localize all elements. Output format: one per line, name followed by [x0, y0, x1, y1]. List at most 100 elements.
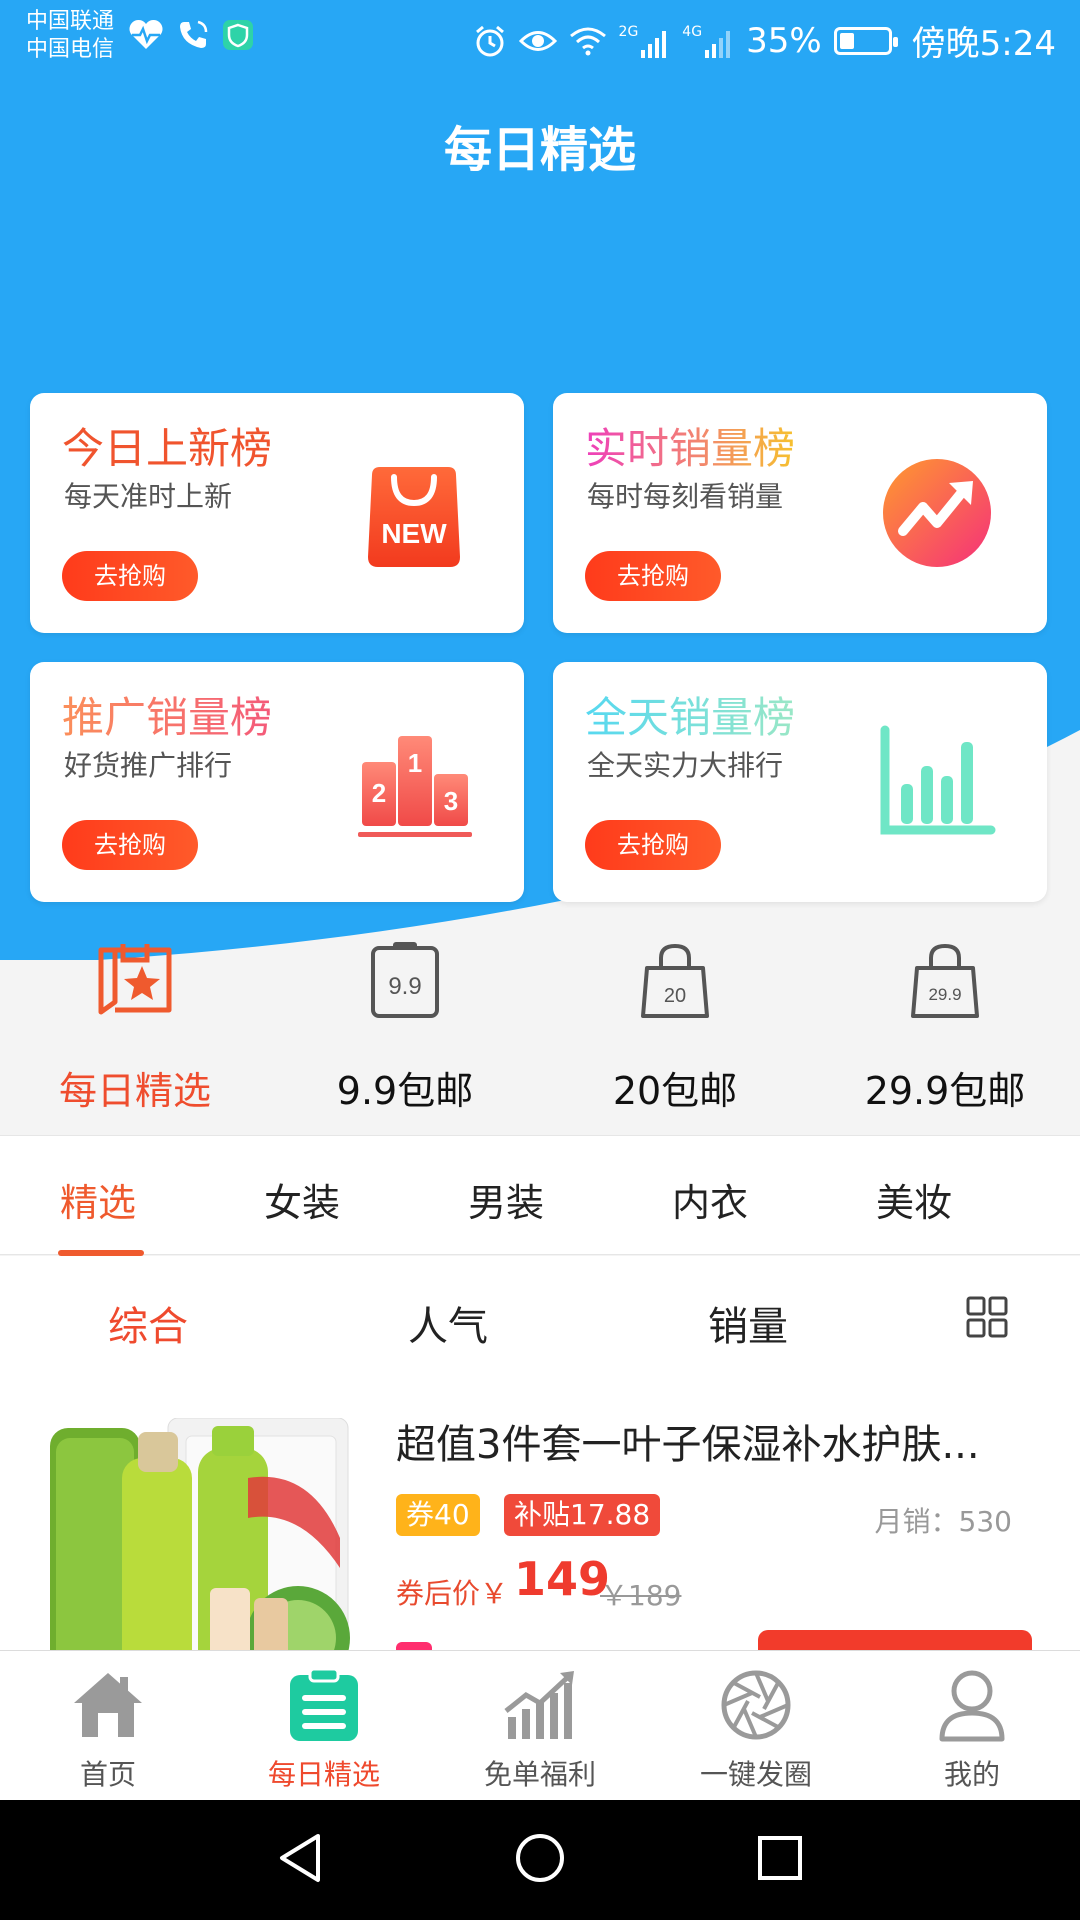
home-circle-icon[interactable]: [512, 1830, 568, 1886]
signal-1: 2G: [619, 24, 671, 58]
nav-home[interactable]: 首页: [0, 1651, 216, 1801]
price-label: 券后价￥: [396, 1577, 509, 1610]
nav-label: 每日精选: [267, 1758, 380, 1791]
signal-bars-icon: [705, 30, 731, 58]
carrier-1: 中国联通: [26, 9, 115, 34]
system-navigation-bar: [0, 1800, 1080, 1920]
user-icon: [939, 1670, 1005, 1742]
network-type-1: 2G: [618, 23, 639, 40]
star-bookmark-icon: [98, 944, 172, 1015]
card-title: 今日上新榜: [62, 424, 273, 473]
nav-profile[interactable]: 我的: [864, 1651, 1080, 1801]
nav-label: 免单福利: [483, 1758, 596, 1791]
product-image: [50, 1418, 350, 1650]
category-badge: 9.9: [388, 973, 421, 1000]
tab-selected[interactable]: 精选: [60, 1172, 136, 1227]
sort-sales[interactable]: 销量: [708, 1294, 788, 1352]
card-title: 全天销量榜: [585, 684, 795, 745]
recents-icon[interactable]: [752, 1830, 808, 1886]
category-label: 20包邮: [612, 1069, 738, 1113]
new-bag-icon: NEW: [368, 467, 460, 567]
card-new-arrivals[interactable]: 今日上新榜 每天准时上新 去抢购 NEW: [30, 393, 524, 633]
category-badge: 20: [664, 985, 686, 1007]
nav-label: 一键发圈: [699, 1758, 812, 1791]
product-price: 149: [514, 1552, 611, 1606]
trend-up-icon: [883, 459, 991, 567]
category-tabs: 精选 女装 男装 内衣 美妆: [0, 1135, 1080, 1256]
back-icon[interactable]: [272, 1830, 328, 1886]
card-allday-sales[interactable]: 全天销量榜 全天实力大排行 去抢购: [553, 662, 1047, 902]
network-type-2: 4G: [682, 23, 703, 40]
category-row: 每日精选 9.9 9.9包邮 20 20包邮 29.9 29.9包邮: [0, 940, 1080, 1135]
category-badge: 29.9: [928, 985, 961, 1004]
category-daily-picks[interactable]: 每日精选: [0, 940, 270, 1135]
grab-button[interactable]: 去抢购: [62, 820, 198, 870]
nav-label: 我的: [943, 1758, 1000, 1791]
battery-level: [839, 32, 854, 49]
sort-popularity[interactable]: 人气: [408, 1294, 488, 1352]
aperture-icon: [721, 1670, 791, 1740]
card-subtitle: 每时每刻看销量: [587, 480, 784, 513]
carrier-info: 中国联通 中国电信: [26, 8, 114, 64]
category-29-9-free-shipping[interactable]: 29.9 29.9包邮: [810, 940, 1080, 1135]
category-20-free-shipping[interactable]: 20 20包邮: [540, 940, 810, 1135]
svg-text:2: 2: [372, 778, 386, 808]
system-status: 2G 4G 35% 傍晚5:24: [473, 16, 1056, 65]
grab-button[interactable]: 去抢购: [585, 551, 721, 601]
sort-bar: 综合 人气 销量: [0, 1256, 1080, 1376]
grid-view-icon[interactable]: [966, 1296, 1010, 1340]
signal-bars-icon: [641, 30, 667, 58]
battery-percent: 35%: [746, 20, 822, 61]
nav-share-moments[interactable]: 一键发圈: [648, 1651, 864, 1801]
tab-womens[interactable]: 女装: [264, 1172, 340, 1227]
bag-29-9-icon: 29.9: [911, 943, 979, 1018]
eye-icon: [518, 30, 557, 51]
monthly-sales: 月销：530: [874, 1505, 1012, 1538]
svg-text:NEW: NEW: [381, 518, 447, 549]
app-screen: 中国联通 中国电信 2G 4G 35% 傍晚5:24 每日精选 今日上新榜 每天…: [0, 0, 1080, 1920]
card-subtitle: 好货推广排行: [64, 749, 233, 782]
shop-logo-icon: [396, 1642, 432, 1650]
card-subtitle: 每天准时上新: [64, 480, 233, 513]
signal-2: 4G: [682, 24, 734, 58]
subsidy-badge: 补贴17.88: [504, 1494, 661, 1536]
bar-chart-icon: [880, 725, 996, 835]
sort-comprehensive[interactable]: 综合: [108, 1294, 188, 1352]
buy-button[interactable]: [758, 1630, 1032, 1650]
tag-9-9-icon: 9.9: [371, 942, 439, 1018]
clock: 傍晚5:24: [911, 24, 1056, 64]
card-subtitle: 全天实力大排行: [587, 749, 784, 782]
grab-button[interactable]: 去抢购: [62, 551, 198, 601]
tab-mens[interactable]: 男装: [468, 1172, 544, 1227]
notification-icons: [128, 18, 254, 52]
nav-label: 首页: [79, 1758, 136, 1791]
product-title[interactable]: 超值3件套一叶子保湿补水护肤...: [396, 1412, 1036, 1470]
card-title: 实时销量榜: [585, 415, 795, 476]
category-label: 每日精选: [58, 1069, 211, 1113]
tab-beauty[interactable]: 美妆: [876, 1172, 952, 1227]
phone-call-icon: [180, 20, 208, 48]
bottom-navigation: 首页 每日精选 免单福利 一键发圈 我的: [0, 1650, 1080, 1800]
podium-icon: 2 1 3: [358, 736, 472, 837]
svg-text:1: 1: [408, 748, 422, 778]
battery-icon: [833, 26, 898, 55]
category-label: 9.9包邮: [336, 1069, 474, 1113]
tab-underwear[interactable]: 内衣: [672, 1172, 748, 1227]
svg-text:3: 3: [444, 786, 458, 816]
card-promotion-sales[interactable]: 推广销量榜 好货推广排行 去抢购 2 1 3: [30, 662, 524, 902]
nav-daily-picks[interactable]: 每日精选: [216, 1651, 432, 1801]
status-bar: 中国联通 中国电信 2G 4G 35% 傍晚5:24: [0, 0, 1080, 72]
card-realtime-sales[interactable]: 实时销量榜 每时每刻看销量 去抢购: [553, 393, 1047, 633]
home-icon: [74, 1673, 142, 1737]
carrier-2: 中国电信: [26, 37, 115, 62]
grab-button[interactable]: 去抢购: [585, 820, 721, 870]
rising-chart-icon: [504, 1671, 574, 1739]
category-9-9-free-shipping[interactable]: 9.9 9.9包邮: [270, 940, 540, 1135]
category-label: 29.9包邮: [864, 1069, 1026, 1113]
shield-app-icon: [223, 20, 253, 50]
nav-free-order[interactable]: 免单福利: [432, 1651, 648, 1801]
product-item[interactable]: 超值3件套一叶子保湿补水护肤... 券40 补贴17.88 月销：530 券后价…: [0, 1376, 1080, 1650]
bag-20-icon: 20: [641, 943, 709, 1018]
coupon-badge: 券40: [396, 1494, 480, 1536]
alarm-icon: [475, 25, 504, 56]
